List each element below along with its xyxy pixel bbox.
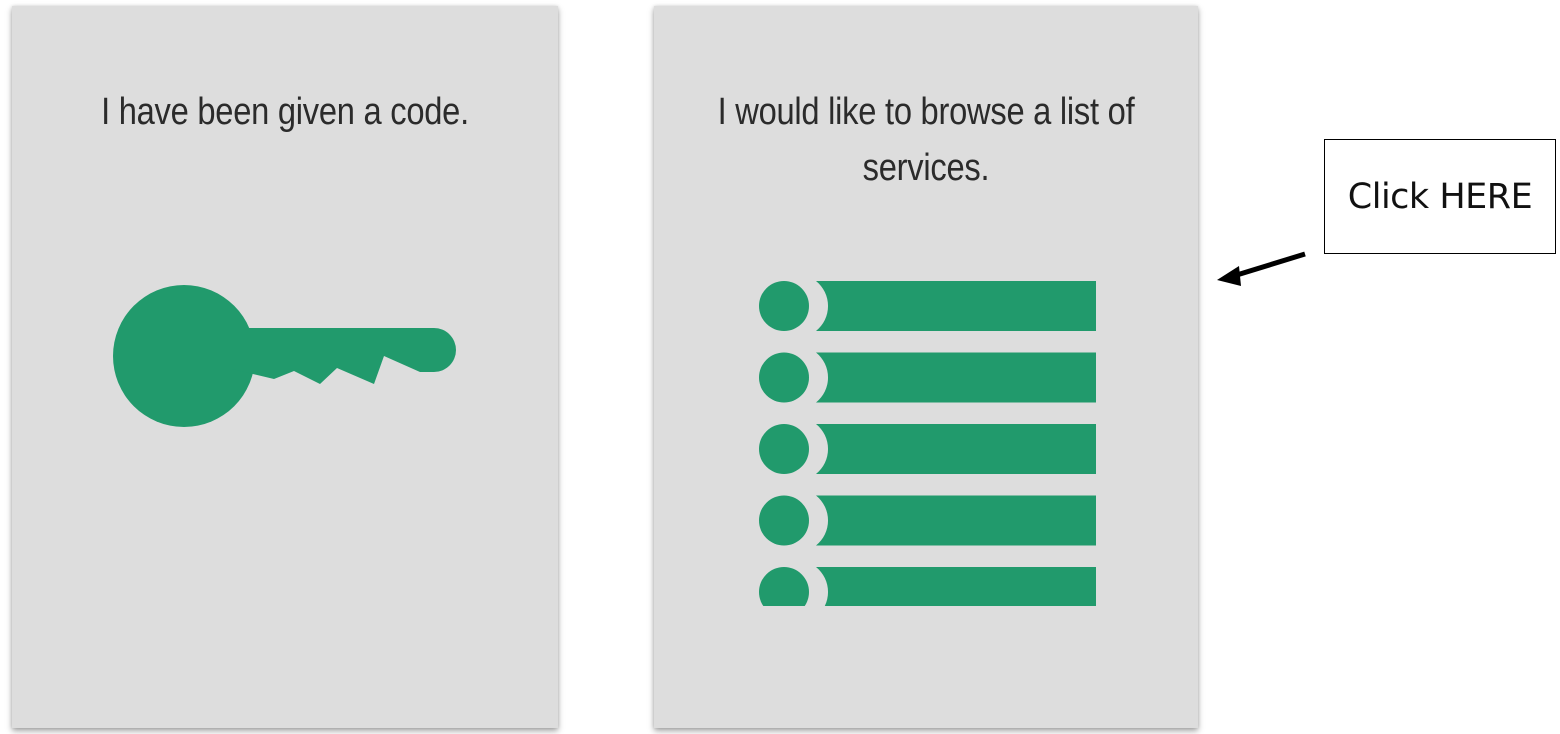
have-code-card[interactable]: I have been given a code.: [12, 6, 558, 728]
list-icon: [759, 281, 1096, 606]
list-row-icon: [759, 352, 1096, 403]
list-row-icon: [759, 567, 1096, 606]
browse-services-label: I would like to browse a list of service…: [717, 91, 1135, 189]
key-icon: [113, 285, 456, 427]
click-here-callout: Click HERE: [1324, 139, 1556, 254]
list-row-icon: [759, 281, 1096, 331]
click-here-label: Click HERE: [1347, 176, 1533, 217]
list-row-icon: [759, 424, 1096, 474]
have-code-label: I have been given a code.: [101, 91, 469, 133]
browse-services-card[interactable]: I would like to browse a list of service…: [654, 6, 1198, 728]
arrow-icon: [1217, 251, 1306, 286]
list-row-icon: [759, 495, 1096, 546]
